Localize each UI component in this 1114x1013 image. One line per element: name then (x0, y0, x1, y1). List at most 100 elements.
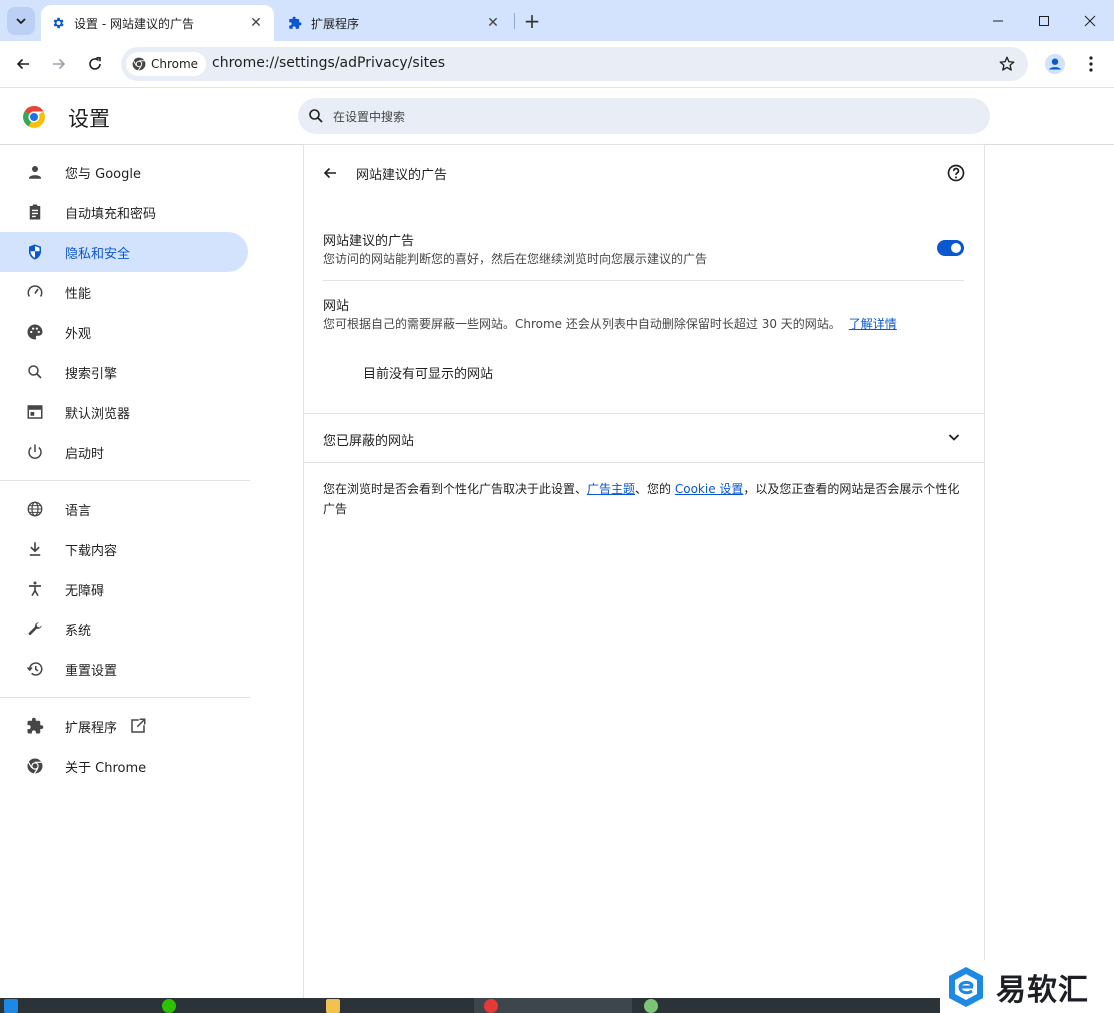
help-button[interactable] (944, 161, 968, 185)
minimize-button[interactable] (975, 0, 1021, 41)
folder-icon (326, 998, 340, 1013)
palette-icon (25, 322, 45, 342)
sidebar-item-label: 无障碍 (65, 583, 105, 599)
sidebar-item-label: 外观 (65, 326, 92, 342)
sites-section-description: 您可根据自己的需要屏蔽一些网站。Chrome 还会从列表中自动删除保留时长超过 … (323, 315, 897, 332)
sidebar-item-label: 自动填充和密码 (65, 206, 157, 222)
cookie-settings-link[interactable]: Cookie 设置 (675, 482, 744, 496)
arrow-left-icon (323, 167, 336, 179)
sidebar-item-label: 语言 (65, 503, 92, 519)
settings-header: 设置 (0, 88, 1114, 145)
taskbar-item[interactable] (4, 998, 18, 1013)
tab-title: 扩展程序 (311, 16, 360, 31)
sidebar-item-accessibility[interactable]: 无障碍 (0, 569, 248, 609)
sidebar-item-languages[interactable]: 语言 (0, 489, 248, 529)
sidebar-item-privacy[interactable]: 隐私和安全 (0, 232, 248, 272)
sidebar-item-label: 启动时 (65, 446, 105, 462)
sidebar-item-reset[interactable]: 重置设置 (0, 649, 248, 689)
site-chip[interactable]: Chrome (126, 52, 207, 76)
sidebar-item-label: 关于 Chrome (65, 760, 147, 776)
site-chip-label: Chrome (151, 57, 199, 71)
sidebar-item-performance[interactable]: 性能 (0, 272, 248, 312)
puzzle-icon (287, 15, 303, 31)
open-in-new-icon (129, 717, 147, 735)
app-icon (644, 998, 658, 1013)
page-header: 网站建议的广告 (304, 145, 984, 199)
tab-extensions[interactable]: 扩展程序 ✕ (278, 5, 511, 41)
blocked-sites-title: 您已屏蔽的网站 (323, 434, 415, 449)
search-icon (309, 109, 323, 123)
profile-button[interactable] (1042, 51, 1068, 77)
maximize-icon (1039, 15, 1049, 26)
sidebar-item-about-chrome[interactable]: 关于 Chrome (0, 746, 248, 786)
section-divider (304, 462, 984, 463)
site-suggested-ads-toggle[interactable] (937, 240, 964, 256)
reload-button[interactable] (81, 50, 109, 78)
accessibility-icon (25, 579, 45, 599)
watermark-logo-icon (949, 966, 983, 1007)
sidebar-item-appearance[interactable]: 外观 (0, 312, 248, 352)
taskbar-item[interactable] (644, 998, 658, 1013)
settings-search-input[interactable] (331, 105, 975, 129)
url-text[interactable]: chrome://settings/adPrivacy/sites (212, 55, 445, 71)
blocked-sites-expander[interactable]: 您已屏蔽的网站 (304, 414, 984, 462)
sidebar-divider (0, 697, 250, 698)
settings-card: 网站建议的广告 网站建议的广告 您访问的网站能判断您的喜好，然后在您继续浏览时向… (304, 145, 984, 1000)
address-bar[interactable]: Chrome chrome://settings/adPrivacy/sites (121, 47, 1028, 81)
tab-settings[interactable]: 设置 - 网站建议的广告 ✕ (41, 5, 274, 41)
reload-icon (89, 57, 101, 70)
page-title: 网站建议的广告 (356, 168, 448, 183)
sidebar-item-system[interactable]: 系统 (0, 609, 248, 649)
watermark: 易软汇 (940, 960, 1114, 1013)
sidebar-item-label: 性能 (65, 286, 92, 302)
sidebar-item-extensions[interactable]: 扩展程序 (0, 706, 248, 746)
taskbar-item-chrome[interactable] (474, 998, 632, 1013)
clipboard-icon (25, 202, 45, 222)
gauge-icon (25, 282, 45, 302)
history-icon (25, 659, 45, 679)
sidebar-item-label: 搜索引擎 (65, 366, 118, 382)
sidebar-item-downloads[interactable]: 下载内容 (0, 529, 248, 569)
sidebar-item-on-startup[interactable]: 启动时 (0, 432, 248, 472)
chevron-down-icon (16, 18, 26, 25)
learn-more-link[interactable]: 了解详情 (849, 317, 897, 331)
tab-search-button[interactable] (7, 7, 35, 35)
chevron-down-icon (944, 427, 964, 447)
close-tab-button[interactable]: ✕ (483, 13, 503, 33)
sidebar-item-autofill[interactable]: 自动填充和密码 (0, 192, 248, 232)
sidebar-item-default-browser[interactable]: 默认浏览器 (0, 392, 248, 432)
gear-icon (50, 15, 66, 31)
taskbar-item[interactable] (326, 998, 340, 1013)
sidebar-item-label: 下载内容 (65, 543, 118, 559)
sidebar-item-you-and-google[interactable]: 您与 Google (0, 152, 248, 192)
help-icon (947, 164, 965, 182)
puzzle-icon (25, 716, 45, 736)
back-button[interactable] (9, 50, 37, 78)
forward-button[interactable] (45, 50, 73, 78)
settings-search[interactable] (298, 98, 990, 134)
sidebar-item-search-engine[interactable]: 搜索引擎 (0, 352, 248, 392)
close-icon (1084, 15, 1096, 26)
chrome-icon (132, 57, 146, 71)
sites-description-text: 您可根据自己的需要屏蔽一些网站。Chrome 还会从列表中自动删除保留时长超过 … (323, 317, 841, 331)
empty-sites-message: 目前没有可显示的网站 (363, 367, 494, 382)
back-button[interactable] (318, 161, 342, 185)
ad-topics-link[interactable]: 广告主题 (587, 482, 635, 496)
tab-title: 设置 - 网站建议的广告 (74, 16, 194, 31)
sidebar-item-label: 扩展程序 (65, 720, 118, 736)
sidebar-item-label: 系统 (65, 623, 92, 639)
arrow-right-icon (53, 58, 66, 70)
close-window-button[interactable] (1067, 0, 1113, 41)
personalization-footnote: 您在浏览时是否会看到个性化广告取决于此设置、广告主题、您的 Cookie 设置，… (323, 479, 965, 519)
settings-sidebar: 您与 Google 自动填充和密码 隐私和安全 性能 外观 搜索引擎 默认浏览器… (0, 145, 300, 1000)
new-tab-button[interactable]: + (521, 9, 543, 33)
browser-menu-button[interactable] (1079, 51, 1103, 77)
sidebar-divider (0, 480, 250, 481)
watermark-text: 易软汇 (996, 972, 1089, 1008)
close-tab-button[interactable]: ✕ (246, 13, 266, 33)
taskbar-item[interactable] (162, 998, 176, 1013)
person-icon (25, 162, 45, 182)
more-vert-icon (1089, 56, 1093, 72)
bookmark-button[interactable] (996, 53, 1018, 75)
maximize-button[interactable] (1021, 0, 1067, 41)
